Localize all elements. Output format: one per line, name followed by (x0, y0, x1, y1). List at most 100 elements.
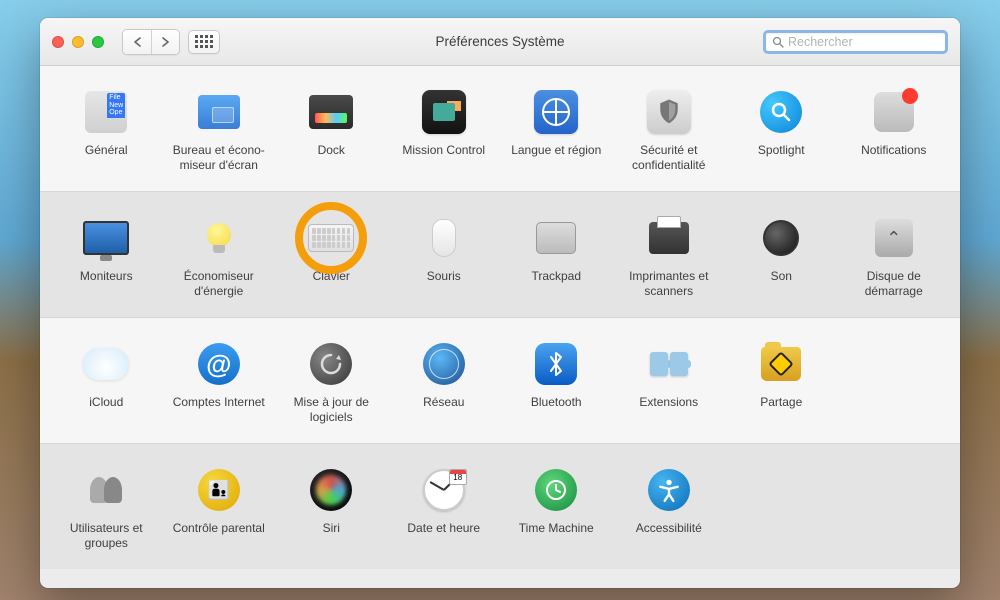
pane-siri[interactable]: Siri (275, 466, 388, 551)
pane-label: Mise à jour de logiciels (279, 395, 384, 425)
accessibility-icon (648, 469, 690, 511)
system-preferences-window: Préférences Système Général Bureau et éc… (40, 18, 960, 588)
time-machine-icon (535, 469, 577, 511)
pane-label: Date et heure (407, 521, 480, 551)
pane-label: Sécurité et confidentialité (617, 143, 722, 173)
pane-language-region[interactable]: Langue et région (500, 88, 613, 173)
bluetooth-icon (535, 343, 577, 385)
pane-label: Son (771, 269, 792, 299)
zoom-button[interactable] (92, 36, 104, 48)
pane-desktop-screensaver[interactable]: Bureau et écono-miseur d'écran (163, 88, 276, 173)
pane-keyboard[interactable]: Clavier (275, 214, 388, 299)
search-input[interactable] (788, 35, 939, 49)
icloud-icon (83, 348, 129, 380)
pane-network[interactable]: Réseau (388, 340, 501, 425)
pane-users-groups[interactable]: Utilisateurs et groupes (50, 466, 163, 551)
dock-icon (309, 95, 353, 129)
pane-accessibility[interactable]: Accessibilité (613, 466, 726, 551)
pane-internet-accounts[interactable]: @ Comptes Internet (163, 340, 276, 425)
desktop-icon (198, 95, 240, 129)
keyboard-icon (308, 224, 354, 252)
pane-label: Contrôle parental (173, 521, 265, 551)
pane-energy-saver[interactable]: Économiseur d'énergie (163, 214, 276, 299)
internet-accounts-icon: @ (198, 343, 240, 385)
pane-label: Moniteurs (80, 269, 133, 299)
pane-label: Langue et région (511, 143, 601, 173)
mouse-icon (432, 219, 456, 257)
close-button[interactable] (52, 36, 64, 48)
row-4: Utilisateurs et groupes 👨‍👦 Contrôle par… (40, 444, 960, 569)
pane-software-update[interactable]: Mise à jour de logiciels (275, 340, 388, 425)
pane-label: iCloud (89, 395, 123, 425)
minimize-button[interactable] (72, 36, 84, 48)
extensions-icon (649, 348, 689, 380)
pane-label: Siri (323, 521, 340, 551)
pane-spotlight[interactable]: Spotlight (725, 88, 838, 173)
pane-label: Comptes Internet (173, 395, 265, 425)
sound-icon (763, 220, 799, 256)
parental-controls-icon: 👨‍👦 (198, 469, 240, 511)
pane-label: Time Machine (519, 521, 594, 551)
titlebar: Préférences Système (40, 18, 960, 66)
printers-icon (649, 222, 689, 254)
sharing-icon (761, 347, 801, 381)
software-update-icon (310, 343, 352, 385)
pane-notifications[interactable]: Notifications (838, 88, 951, 173)
chevron-right-icon (161, 37, 170, 47)
calendar-badge: 18 (449, 469, 467, 485)
forward-button[interactable] (151, 30, 179, 54)
pane-label: Souris (427, 269, 461, 299)
displays-icon (83, 221, 129, 255)
pane-general[interactable]: Général (50, 88, 163, 173)
pane-date-time[interactable]: 18 Date et heure (388, 466, 501, 551)
network-icon (423, 343, 465, 385)
siri-icon (310, 469, 352, 511)
pane-label: Bluetooth (531, 395, 582, 425)
search-field[interactable] (763, 30, 948, 54)
users-groups-icon (92, 477, 120, 503)
pane-label: Imprimantes et scanners (617, 269, 722, 299)
pane-mission-control[interactable]: Mission Control (388, 88, 501, 173)
energy-icon (207, 223, 231, 253)
pane-label: Accessibilité (636, 521, 702, 551)
pane-startup-disk[interactable]: ⌃ Disque de démarrage (838, 214, 951, 299)
pane-time-machine[interactable]: Time Machine (500, 466, 613, 551)
nav-buttons (122, 29, 180, 55)
back-button[interactable] (123, 30, 151, 54)
pane-dock[interactable]: Dock (275, 88, 388, 173)
language-icon (534, 90, 578, 134)
pane-parental-controls[interactable]: 👨‍👦 Contrôle parental (163, 466, 276, 551)
chevron-left-icon (133, 37, 142, 47)
pane-label: Clavier (313, 269, 350, 299)
notifications-icon (874, 92, 914, 132)
pane-label: Utilisateurs et groupes (54, 521, 159, 551)
pane-label: Réseau (423, 395, 464, 425)
pane-displays[interactable]: Moniteurs (50, 214, 163, 299)
search-icon (772, 36, 784, 48)
mission-control-icon (422, 90, 466, 134)
preference-panes-grid: Général Bureau et écono-miseur d'écran D… (40, 66, 960, 588)
pane-icloud[interactable]: iCloud (50, 340, 163, 425)
pane-label: Économiseur d'énergie (167, 269, 272, 299)
pane-bluetooth[interactable]: Bluetooth (500, 340, 613, 425)
pane-sharing[interactable]: Partage (725, 340, 838, 425)
pane-label: Spotlight (758, 143, 805, 173)
pane-label: Notifications (861, 143, 926, 173)
show-all-button[interactable] (188, 30, 220, 54)
pane-mouse[interactable]: Souris (388, 214, 501, 299)
pane-label: Disque de démarrage (842, 269, 947, 299)
pane-label: Trackpad (531, 269, 581, 299)
trackpad-icon (536, 222, 576, 254)
security-icon (647, 90, 691, 134)
pane-trackpad[interactable]: Trackpad (500, 214, 613, 299)
pane-extensions[interactable]: Extensions (613, 340, 726, 425)
pane-label: Dock (318, 143, 345, 173)
pane-printers-scanners[interactable]: Imprimantes et scanners (613, 214, 726, 299)
startup-disk-icon: ⌃ (875, 219, 913, 257)
row-3: iCloud @ Comptes Internet Mise à jour de… (40, 318, 960, 444)
general-icon (85, 91, 127, 133)
pane-label: Partage (760, 395, 802, 425)
pane-label: Général (85, 143, 128, 173)
pane-security-privacy[interactable]: Sécurité et confidentialité (613, 88, 726, 173)
pane-sound[interactable]: Son (725, 214, 838, 299)
